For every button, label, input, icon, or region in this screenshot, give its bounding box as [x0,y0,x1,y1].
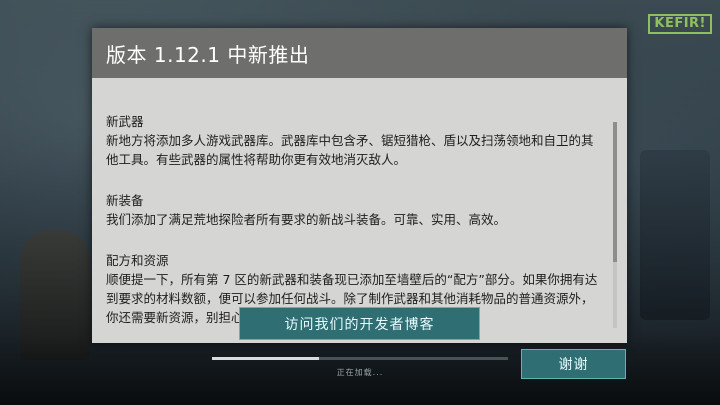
section-new-weapons: 新武器 新地方将添加多人游戏武器库。武器库中包含矛、锯短猎枪、盾以及扫荡领地和自… [106,112,602,169]
dialog-title: 版本 1.12.1 中新推出 [106,42,310,67]
thanks-button[interactable]: 谢谢 [521,349,626,379]
loading-bar-fill [212,357,319,360]
section-title: 新武器 [106,114,144,129]
scrollbar-thumb[interactable] [613,122,617,262]
visit-dev-blog-button[interactable]: 访问我们的开发者博客 [239,307,480,340]
section-title: 配方和资源 [106,253,169,268]
section-new-equipment: 新装备 我们添加了满足荒地探险者所有要求的新战斗装备。可靠、实用、高效。 [106,191,602,229]
section-title: 新装备 [106,193,144,208]
kefir-logo: KEFIR! [648,14,712,34]
dialog-header: 版本 1.12.1 中新推出 [92,28,627,78]
changelog-scroll-area[interactable]: 新武器 新地方将添加多人游戏武器库。武器库中包含矛、锯短猎枪、盾以及扫荡领地和自… [106,112,602,332]
background-structure-right [640,150,710,320]
update-dialog: 版本 1.12.1 中新推出 新武器 新地方将添加多人游戏武器库。武器库中包含矛… [92,28,627,343]
section-text: 新地方将添加多人游戏武器库。武器库中包含矛、锯短猎枪、盾以及扫荡领地和自卫的其他… [106,133,594,167]
loading-label: 正在加载... [336,368,384,377]
section-text: 我们添加了满足荒地探险者所有要求的新战斗装备。可靠、实用、高效。 [106,212,507,227]
